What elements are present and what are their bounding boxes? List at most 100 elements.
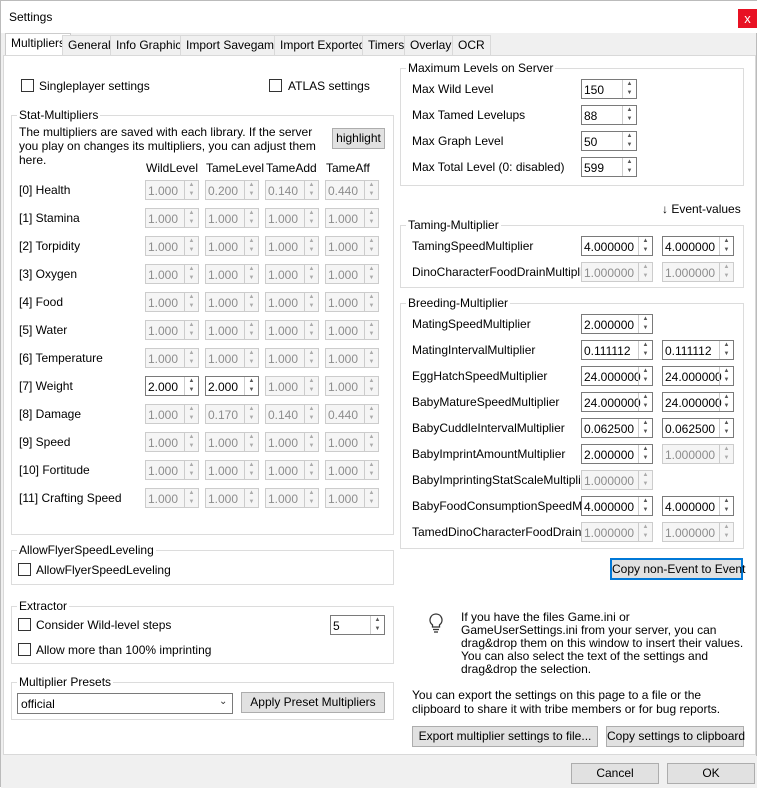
spinner-icon[interactable]: ▲ ▼ bbox=[638, 497, 652, 515]
stat-multiplier-input[interactable]: 1.000 ▲ ▼ bbox=[325, 376, 379, 396]
spinner-icon[interactable]: ▲ ▼ bbox=[244, 293, 258, 311]
flyer-checkbox[interactable] bbox=[18, 563, 31, 576]
spinner-icon[interactable]: ▲ ▼ bbox=[304, 209, 318, 227]
spinner-icon[interactable]: ▲ ▼ bbox=[638, 445, 652, 463]
export-file-button[interactable]: Export multiplier settings to file... bbox=[412, 726, 598, 747]
stat-multiplier-input[interactable]: 1.000 ▲ ▼ bbox=[265, 236, 319, 256]
highlight-button[interactable]: highlight bbox=[332, 128, 385, 149]
breeding-event-input[interactable]: 1.000000 ▲ ▼ bbox=[662, 444, 734, 464]
stat-multiplier-input[interactable]: 1.000 ▲ ▼ bbox=[325, 460, 379, 480]
spinner-icon[interactable]: ▲ ▼ bbox=[719, 393, 733, 411]
spinner-icon[interactable]: ▲ ▼ bbox=[304, 237, 318, 255]
max-level-input[interactable]: 88 ▲ ▼ bbox=[581, 105, 637, 125]
spinner-icon[interactable]: ▲ ▼ bbox=[364, 181, 378, 199]
breeding-event-input[interactable]: 0.062500 ▲ ▼ bbox=[662, 418, 734, 438]
stat-multiplier-input[interactable]: 1.000 ▲ ▼ bbox=[265, 432, 319, 452]
stat-multiplier-input[interactable]: 1.000 ▲ ▼ bbox=[145, 432, 199, 452]
tab-ocr[interactable]: OCR bbox=[452, 35, 491, 55]
cancel-button[interactable]: Cancel bbox=[571, 763, 659, 784]
wild-steps-checkbox[interactable] bbox=[18, 618, 31, 631]
wild-steps-input[interactable]: 5 ▲ ▼ bbox=[330, 615, 385, 635]
stat-multiplier-input[interactable]: 1.000 ▲ ▼ bbox=[145, 460, 199, 480]
spinner-icon[interactable]: ▲ ▼ bbox=[622, 132, 636, 150]
stat-multiplier-input[interactable]: 1.000 ▲ ▼ bbox=[325, 264, 379, 284]
imprinting-checkbox[interactable] bbox=[18, 643, 31, 656]
taming-event-input[interactable]: 4.000000 ▲ ▼ bbox=[662, 236, 734, 256]
breeding-input[interactable]: 0.111112 ▲ ▼ bbox=[581, 340, 653, 360]
stat-multiplier-input[interactable]: 1.000 ▲ ▼ bbox=[265, 488, 319, 508]
spinner-icon[interactable]: ▲ ▼ bbox=[364, 265, 378, 283]
tab-import-savegame[interactable]: Import Savegame bbox=[180, 35, 287, 55]
spinner-icon[interactable]: ▲ ▼ bbox=[638, 523, 652, 541]
tab-general[interactable]: General bbox=[62, 35, 117, 55]
stat-multiplier-input[interactable]: 1.000 ▲ ▼ bbox=[325, 292, 379, 312]
stat-multiplier-input[interactable]: 1.000 ▲ ▼ bbox=[205, 236, 259, 256]
stat-multiplier-input[interactable]: 1.000 ▲ ▼ bbox=[205, 460, 259, 480]
stat-multiplier-input[interactable]: 1.000 ▲ ▼ bbox=[265, 348, 319, 368]
spinner-icon[interactable]: ▲ ▼ bbox=[622, 80, 636, 98]
stat-multiplier-input[interactable]: 1.000 ▲ ▼ bbox=[265, 208, 319, 228]
spinner-icon[interactable]: ▲ ▼ bbox=[244, 209, 258, 227]
atlas-checkbox[interactable] bbox=[269, 79, 282, 92]
taming-input[interactable]: 4.000000 ▲ ▼ bbox=[581, 236, 653, 256]
stat-multiplier-input[interactable]: 1.000 ▲ ▼ bbox=[265, 460, 319, 480]
stat-multiplier-input[interactable]: 1.000 ▲ ▼ bbox=[265, 376, 319, 396]
spinner-icon[interactable]: ▲ ▼ bbox=[244, 265, 258, 283]
spinner-icon[interactable]: ▲ ▼ bbox=[184, 433, 198, 451]
spinner-icon[interactable]: ▲ ▼ bbox=[184, 321, 198, 339]
stat-multiplier-input[interactable]: 1.000 ▲ ▼ bbox=[265, 264, 319, 284]
spinner-icon[interactable]: ▲ ▼ bbox=[622, 158, 636, 176]
spinner-icon[interactable]: ▲ ▼ bbox=[622, 106, 636, 124]
spinner-icon[interactable]: ▲ ▼ bbox=[364, 321, 378, 339]
max-level-input[interactable]: 150 ▲ ▼ bbox=[581, 79, 637, 99]
stat-multiplier-input[interactable]: 1.000 ▲ ▼ bbox=[325, 432, 379, 452]
breeding-input[interactable]: 2.000000 ▲ ▼ bbox=[581, 444, 653, 464]
taming-input[interactable]: 1.000000 ▲ ▼ bbox=[581, 262, 653, 282]
spinner-icon[interactable]: ▲ ▼ bbox=[244, 237, 258, 255]
copy-clipboard-button[interactable]: Copy settings to clipboard bbox=[606, 726, 745, 747]
stat-multiplier-input[interactable]: 1.000 ▲ ▼ bbox=[145, 208, 199, 228]
spinner-icon[interactable]: ▲ ▼ bbox=[364, 237, 378, 255]
spinner-icon[interactable]: ▲ ▼ bbox=[364, 461, 378, 479]
stat-multiplier-input[interactable]: 1.000 ▲ ▼ bbox=[145, 488, 199, 508]
spinner-icon[interactable]: ▲ ▼ bbox=[184, 209, 198, 227]
spinner-icon[interactable]: ▲ ▼ bbox=[364, 405, 378, 423]
tab-info-graphic[interactable]: Info Graphic bbox=[110, 35, 188, 55]
spinner-icon[interactable]: ▲ ▼ bbox=[184, 349, 198, 367]
close-icon[interactable]: x bbox=[738, 9, 757, 28]
spinner-icon[interactable]: ▲ ▼ bbox=[719, 445, 733, 463]
spinner-icon[interactable]: ▲ ▼ bbox=[304, 377, 318, 395]
ok-button[interactable]: OK bbox=[667, 763, 755, 784]
stat-multiplier-input[interactable]: 1.000 ▲ ▼ bbox=[265, 292, 319, 312]
spinner-icon[interactable]: ▲ ▼ bbox=[638, 341, 652, 359]
spinner-icon[interactable]: ▲ ▼ bbox=[244, 461, 258, 479]
stat-multiplier-input[interactable]: 0.170 ▲ ▼ bbox=[205, 404, 259, 424]
spinner-icon[interactable]: ▲ ▼ bbox=[719, 263, 733, 281]
stat-multiplier-input[interactable]: 1.000 ▲ ▼ bbox=[205, 208, 259, 228]
spinner-icon[interactable]: ▲ ▼ bbox=[719, 419, 733, 437]
spinner-icon[interactable]: ▲ ▼ bbox=[244, 377, 258, 395]
breeding-input[interactable]: 24.000000 ▲ ▼ bbox=[581, 366, 653, 386]
spinner-icon[interactable]: ▲ ▼ bbox=[638, 393, 652, 411]
stat-multiplier-input[interactable]: 2.000 ▲ ▼ bbox=[205, 376, 259, 396]
spinner-icon[interactable]: ▲ ▼ bbox=[184, 405, 198, 423]
breeding-input[interactable]: 1.000000 ▲ ▼ bbox=[581, 470, 653, 490]
stat-multiplier-input[interactable]: 1.000 ▲ ▼ bbox=[145, 404, 199, 424]
stat-multiplier-input[interactable]: 0.440 ▲ ▼ bbox=[325, 180, 379, 200]
spinner-icon[interactable]: ▲ ▼ bbox=[304, 181, 318, 199]
spinner-icon[interactable]: ▲ ▼ bbox=[184, 461, 198, 479]
spinner-icon[interactable]: ▲ ▼ bbox=[184, 237, 198, 255]
spinner-icon[interactable]: ▲ ▼ bbox=[638, 237, 652, 255]
spinner-icon[interactable]: ▲ ▼ bbox=[364, 209, 378, 227]
stat-multiplier-input[interactable]: 1.000 ▲ ▼ bbox=[145, 180, 199, 200]
stat-multiplier-input[interactable]: 0.440 ▲ ▼ bbox=[325, 404, 379, 424]
spinner-icon[interactable]: ▲ ▼ bbox=[638, 367, 652, 385]
spinner-icon[interactable]: ▲ ▼ bbox=[244, 349, 258, 367]
spinner-icon[interactable]: ▲ ▼ bbox=[244, 181, 258, 199]
stat-multiplier-input[interactable]: 0.200 ▲ ▼ bbox=[205, 180, 259, 200]
spinner-icon[interactable]: ▲ ▼ bbox=[184, 377, 198, 395]
copy-to-event-button[interactable]: Copy non-Event to Event bbox=[610, 558, 745, 580]
breeding-input[interactable]: 24.000000 ▲ ▼ bbox=[581, 392, 653, 412]
stat-multiplier-input[interactable]: 1.000 ▲ ▼ bbox=[265, 320, 319, 340]
stat-multiplier-input[interactable]: 1.000 ▲ ▼ bbox=[145, 292, 199, 312]
